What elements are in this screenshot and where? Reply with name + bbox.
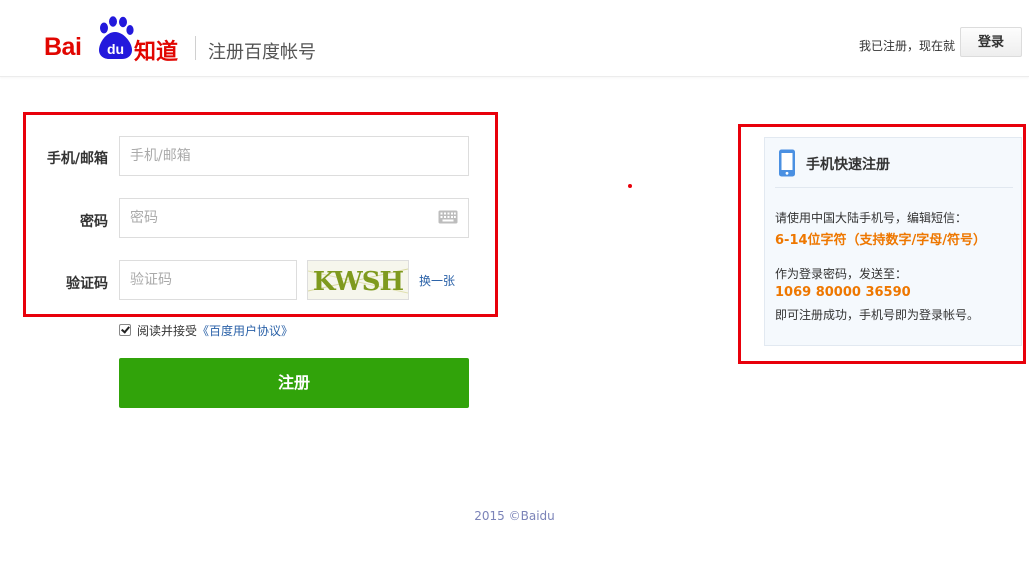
annotation-box-form (23, 112, 498, 317)
login-button[interactable]: 登录 (960, 27, 1022, 57)
agreement-checkbox[interactable] (119, 324, 131, 336)
annotation-box-sms (738, 124, 1026, 364)
logo-bai-text: Bai (44, 33, 82, 61)
already-registered-text: 我已注册，现在就 (859, 39, 956, 53)
baidu-zhidao-logo[interactable]: Bai du 知道 (44, 14, 182, 65)
annotation-dot (628, 184, 632, 188)
register-button[interactable]: 注册 (119, 358, 469, 408)
agreement-link[interactable]: 《百度用户协议》 (197, 324, 293, 338)
agreement-text: 阅读并接受 (137, 324, 198, 338)
footer-copyright: 2015 ©Baidu (474, 509, 555, 523)
logo-du-text: du (107, 41, 124, 57)
header: Bai du 知道 注册百度帐号 我已注册，现在就 登录 (0, 0, 1029, 77)
logo-zhidao-text: 知道 (134, 40, 179, 65)
header-divider (195, 36, 196, 60)
baidu-paw-icon: du (99, 16, 134, 59)
page-title: 注册百度帐号 (208, 42, 316, 63)
